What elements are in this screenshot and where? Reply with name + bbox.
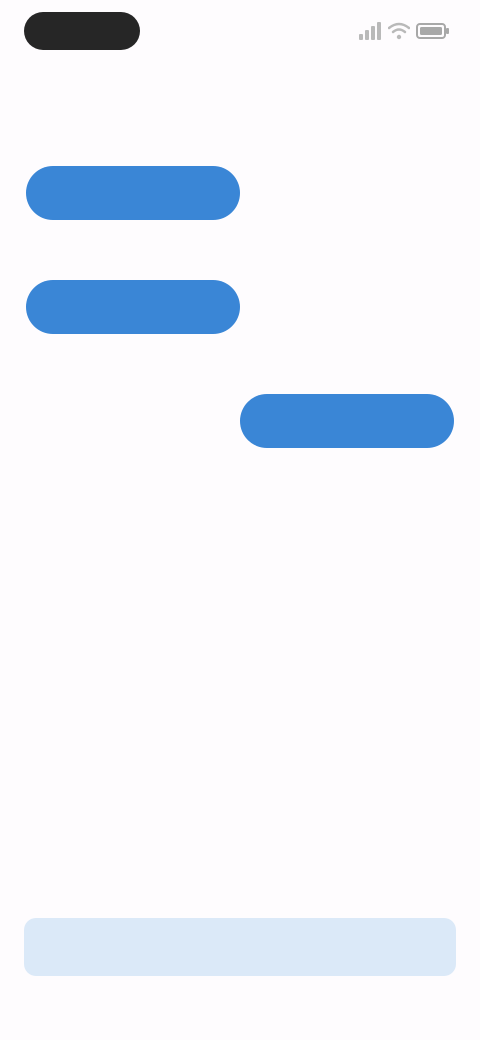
signal-icon xyxy=(358,22,382,40)
status-icons xyxy=(358,18,450,44)
option-label-3 xyxy=(52,411,212,433)
status-time xyxy=(24,12,140,50)
option-row xyxy=(0,394,480,450)
bottom-action-bar[interactable] xyxy=(24,918,456,976)
option-label-2 xyxy=(266,297,426,319)
option-row xyxy=(0,166,480,222)
app-screen xyxy=(0,0,480,1040)
option-row xyxy=(0,280,480,336)
option-button-3[interactable] xyxy=(240,394,454,448)
page-heading xyxy=(22,84,242,106)
option-button-2[interactable] xyxy=(26,280,240,334)
option-button-1[interactable] xyxy=(26,166,240,220)
battery-icon xyxy=(416,22,450,40)
wifi-icon xyxy=(388,22,410,40)
option-label-1 xyxy=(266,183,426,205)
status-bar xyxy=(0,0,480,64)
